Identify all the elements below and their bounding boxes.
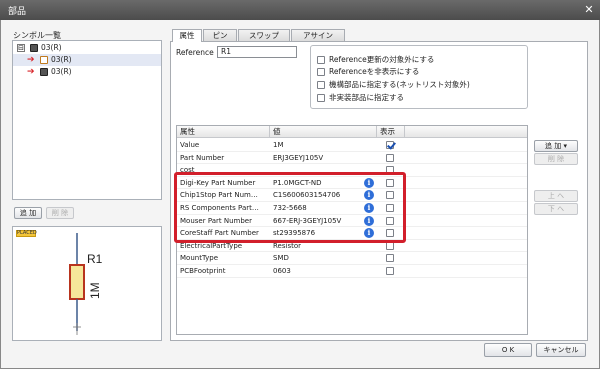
- table-row[interactable]: MountType SMD: [177, 252, 527, 265]
- tree-item[interactable]: ➔ 03(R): [13, 54, 161, 66]
- move-down-button[interactable]: 下 へ: [534, 203, 578, 215]
- table-row[interactable]: PCBFootprint 0603: [177, 265, 527, 278]
- checkbox[interactable]: [317, 56, 325, 64]
- grid-header: 属性 値 表示: [177, 126, 527, 138]
- attribute-value-cell[interactable]: 1M: [270, 139, 376, 151]
- tree-item[interactable]: ⊟ 03(R): [13, 42, 161, 54]
- checkbox[interactable]: [317, 68, 325, 76]
- tree-add-button[interactable]: 追 加: [14, 207, 42, 219]
- show-checkbox[interactable]: [386, 141, 394, 149]
- attribute-name-cell[interactable]: Part Number: [177, 152, 269, 164]
- reference-input[interactable]: R1: [217, 46, 297, 58]
- attr-delete-button[interactable]: 削 除: [534, 153, 578, 165]
- tree-item-label: 03(R): [51, 55, 72, 64]
- move-up-button[interactable]: 上 へ: [534, 190, 578, 202]
- checkbox[interactable]: [317, 94, 325, 102]
- attribute-name-cell[interactable]: PCBFootprint: [177, 265, 269, 277]
- tab-assign[interactable]: アサイン: [291, 29, 345, 41]
- attribute-value-cell[interactable]: ERJ3GEYJ105V: [270, 152, 376, 164]
- show-checkbox[interactable]: [386, 267, 394, 275]
- tree-item[interactable]: ➔ 03(R): [13, 66, 161, 78]
- tab-pins[interactable]: ピン: [203, 29, 237, 41]
- close-icon[interactable]: ✕: [581, 2, 597, 17]
- window-title: 部品: [8, 7, 27, 17]
- symbol-preview: PLACED R1 1M: [12, 226, 162, 341]
- option-label: 機構部品に指定する(ネットリスト対象外): [329, 80, 470, 89]
- symbol-tree[interactable]: ⊟ 03(R) ➔ 03(R) ➔ 03(R): [12, 40, 162, 200]
- attribute-value-cell[interactable]: SMD: [270, 252, 376, 264]
- header-show[interactable]: 表示: [377, 126, 405, 138]
- tab-swap[interactable]: スワップ: [238, 29, 290, 41]
- app-root: 部品 ✕ シンボル一覧 ⊟ 03(R) ➔ 03(R) ➔ 03(R) 追 加 …: [0, 0, 600, 369]
- attribute-name-cell[interactable]: MountType: [177, 252, 269, 264]
- attr-add-button[interactable]: 追 加 ▾: [534, 140, 578, 152]
- option-label: Reference更新の対象外にする: [329, 55, 435, 64]
- tree-delete-button[interactable]: 削 除: [46, 207, 74, 219]
- attribute-name-cell[interactable]: Value: [177, 139, 269, 151]
- collapse-icon[interactable]: ⊟: [17, 44, 25, 52]
- header-attribute[interactable]: 属性: [177, 126, 270, 138]
- table-row[interactable]: Part Number ERJ3GEYJ105V: [177, 152, 527, 165]
- arrow-right-icon: ➔: [27, 67, 35, 77]
- title-bar: 部品 ✕: [0, 0, 600, 20]
- option-label: Referenceを非表示にする: [329, 67, 420, 76]
- option-label: 非実装部品に指定する: [329, 93, 404, 102]
- highlight-box: [174, 172, 406, 243]
- ref-designator-text: R1: [87, 252, 103, 266]
- arrow-right-icon: ➔: [27, 55, 35, 65]
- ok-button[interactable]: O K: [484, 343, 532, 357]
- table-row[interactable]: Value 1M: [177, 139, 527, 152]
- attribute-value-cell[interactable]: 0603: [270, 265, 376, 277]
- header-value[interactable]: 値: [270, 126, 377, 138]
- value-text: 1M: [88, 282, 102, 299]
- tree-item-label: 03(R): [51, 67, 72, 76]
- resistor-symbol-icon: R1 1M: [69, 233, 103, 335]
- dark-square-icon: [30, 44, 38, 52]
- checkbox[interactable]: [317, 81, 325, 89]
- show-checkbox[interactable]: [386, 153, 394, 162]
- tab-attributes[interactable]: 属性: [172, 29, 202, 42]
- light-square-icon: [40, 56, 48, 64]
- show-checkbox[interactable]: [386, 254, 394, 263]
- dark-square-icon: [40, 68, 48, 76]
- tree-item-label: 03(R): [41, 43, 62, 52]
- cancel-button[interactable]: キャンセル: [536, 343, 586, 357]
- reference-label: Reference: [176, 48, 214, 57]
